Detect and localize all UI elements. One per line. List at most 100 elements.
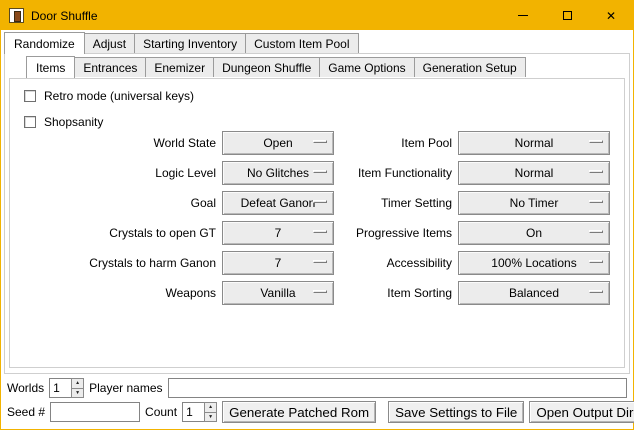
count-label: Count [145,405,177,419]
close-icon: ✕ [606,10,616,22]
seed-row: Seed # Count ▲ ▼ Generate Patched Rom Sa… [7,401,627,423]
crystals-open-gt-dropdown[interactable]: 7 [222,221,334,245]
crystals-open-gt-label: Crystals to open GT [16,221,216,245]
save-settings-button[interactable]: Save Settings to File [388,401,524,423]
accessibility-label: Accessibility [340,251,452,275]
dropdown-indicator-icon [313,170,327,173]
count-input[interactable] [182,402,204,422]
maximize-icon [563,11,572,20]
item-pool-dropdown[interactable]: Normal [458,131,610,155]
window-title: Door Shuffle [31,9,501,23]
logic-level-label: Logic Level [16,161,216,185]
dropdown-indicator-icon [313,230,327,233]
worlds-spinner: ▲ ▼ [49,378,84,398]
worlds-spin-down-icon[interactable]: ▼ [71,388,84,399]
tab-randomize[interactable]: Randomize [4,32,85,54]
weapons-label: Weapons [16,281,216,305]
worlds-input[interactable] [49,378,71,398]
worlds-spinner-arrows: ▲ ▼ [71,378,84,398]
item-functionality-dropdown[interactable]: Normal [458,161,610,185]
shopsanity-checkbox[interactable] [24,116,36,128]
item-sorting-value: Balanced [509,286,559,300]
world-state-label: World State [16,131,216,155]
tab-starting-inventory[interactable]: Starting Inventory [134,33,246,53]
player-names-label: Player names [89,381,162,395]
timer-setting-label: Timer Setting [340,191,452,215]
items-pane: Retro mode (universal keys) Shopsanity W… [9,78,625,368]
dropdown-indicator-icon [313,200,327,203]
minimize-button[interactable] [501,1,545,30]
dropdown-indicator-icon [589,170,603,173]
progressive-items-dropdown[interactable]: On [458,221,610,245]
dropdown-indicator-icon [589,200,603,203]
main-tab-bar: Randomize Adjust Starting Inventory Cust… [4,32,359,53]
retro-mode-checkbox-row[interactable]: Retro mode (universal keys) [24,89,194,103]
item-functionality-label: Item Functionality [340,161,452,185]
count-spin-up-icon[interactable]: ▲ [204,402,217,412]
goal-value: Defeat Ganon [241,196,316,210]
world-state-value: Open [263,136,292,150]
logic-level-value: No Glitches [247,166,309,180]
dropdown-indicator-icon [589,260,603,263]
item-functionality-value: Normal [515,166,554,180]
tab-adjust[interactable]: Adjust [84,33,135,53]
progressive-items-value: On [526,226,542,240]
app-icon [9,8,24,23]
progressive-items-label: Progressive Items [340,221,452,245]
crystals-harm-ganon-dropdown[interactable]: 7 [222,251,334,275]
shopsanity-checkbox-row[interactable]: Shopsanity [24,115,103,129]
crystals-harm-ganon-value: 7 [275,256,282,270]
count-spinner-arrows: ▲ ▼ [204,402,217,422]
crystals-harm-ganon-label: Crystals to harm Ganon [16,251,216,275]
randomize-pane: Items Entrances Enemizer Dungeon Shuffle… [4,53,630,374]
item-pool-value: Normal [515,136,554,150]
player-names-input[interactable] [168,378,628,398]
accessibility-dropdown[interactable]: 100% Locations [458,251,610,275]
tab-enemizer[interactable]: Enemizer [145,57,214,77]
maximize-button[interactable] [545,1,589,30]
tab-items[interactable]: Items [26,56,75,78]
minimize-icon [518,15,528,16]
tab-entrances[interactable]: Entrances [74,57,146,77]
weapons-dropdown[interactable]: Vanilla [222,281,334,305]
shopsanity-label: Shopsanity [44,115,103,129]
dropdown-indicator-icon [589,230,603,233]
close-button[interactable]: ✕ [589,1,633,30]
count-spin-down-icon[interactable]: ▼ [204,412,217,423]
dropdown-indicator-icon [589,140,603,143]
generate-patched-rom-button[interactable]: Generate Patched Rom [222,401,376,423]
item-sorting-dropdown[interactable]: Balanced [458,281,610,305]
dropdown-indicator-icon [313,260,327,263]
world-state-dropdown[interactable]: Open [222,131,334,155]
crystals-open-gt-value: 7 [275,226,282,240]
tab-generation-setup[interactable]: Generation Setup [414,57,526,77]
logic-level-dropdown[interactable]: No Glitches [222,161,334,185]
worlds-label: Worlds [7,381,44,395]
timer-setting-dropdown[interactable]: No Timer [458,191,610,215]
worlds-row: Worlds ▲ ▼ Player names [7,377,627,399]
retro-mode-label: Retro mode (universal keys) [44,89,194,103]
titlebar: Door Shuffle ✕ [1,1,633,30]
seed-label: Seed # [7,405,45,419]
settings-grid: World State Open Item Pool Normal Logic … [16,131,610,305]
item-pool-label: Item Pool [340,131,452,155]
retro-mode-checkbox[interactable] [24,90,36,102]
dropdown-indicator-icon [313,140,327,143]
seed-input[interactable] [50,402,140,422]
dropdown-indicator-icon [313,290,327,293]
goal-label: Goal [16,191,216,215]
worlds-spin-up-icon[interactable]: ▲ [71,378,84,388]
goal-dropdown[interactable]: Defeat Ganon [222,191,334,215]
item-sorting-label: Item Sorting [340,281,452,305]
tab-game-options[interactable]: Game Options [319,57,414,77]
caption-buttons: ✕ [501,1,633,30]
tab-custom-item-pool[interactable]: Custom Item Pool [245,33,358,53]
dropdown-indicator-icon [589,290,603,293]
accessibility-value: 100% Locations [491,256,576,270]
weapons-value: Vanilla [260,286,295,300]
sub-tab-bar: Items Entrances Enemizer Dungeon Shuffle… [26,56,526,77]
open-output-directory-button[interactable]: Open Output Directory [529,401,634,423]
tab-dungeon-shuffle[interactable]: Dungeon Shuffle [213,57,320,77]
timer-setting-value: No Timer [510,196,559,210]
app-window: Door Shuffle ✕ Randomize Adjust Starting… [0,0,634,430]
